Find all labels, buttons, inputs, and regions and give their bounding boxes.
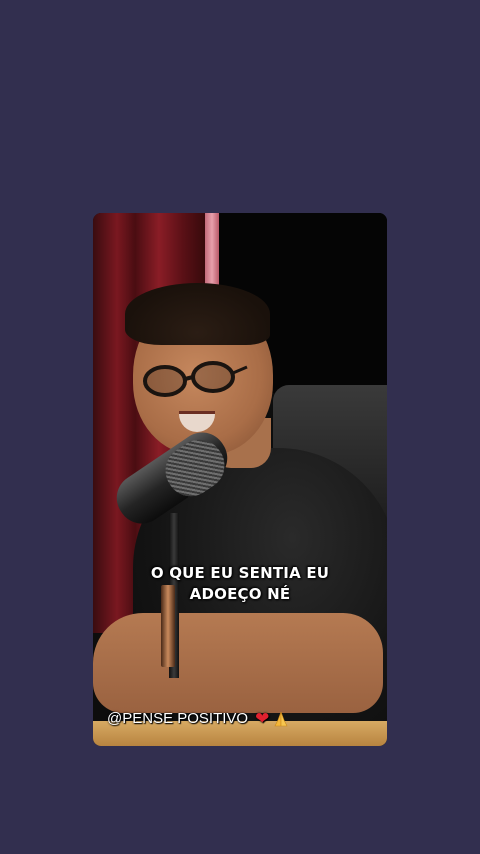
video-player[interactable]: O QUE EU SENTIA EU ADOEÇO NÉ @PENSE POSI… bbox=[93, 213, 387, 746]
caption-line-1: O QUE EU SENTIA EU bbox=[150, 564, 330, 582]
watermark-handle: @PENSE POSITIVO bbox=[107, 710, 249, 727]
praying-hands-icon bbox=[274, 711, 288, 727]
person-hair bbox=[125, 283, 270, 345]
subtitle-caption: O QUE EU SENTIA EU ADOEÇO NÉ bbox=[93, 563, 387, 605]
caption-line-2: ADOEÇO NÉ bbox=[189, 585, 291, 603]
watermark: @PENSE POSITIVO ❤ bbox=[107, 710, 290, 728]
pink-light-strip bbox=[205, 213, 219, 285]
glasses bbox=[143, 361, 248, 397]
heart-icon: ❤ bbox=[255, 709, 270, 728]
person-arm bbox=[93, 613, 383, 713]
